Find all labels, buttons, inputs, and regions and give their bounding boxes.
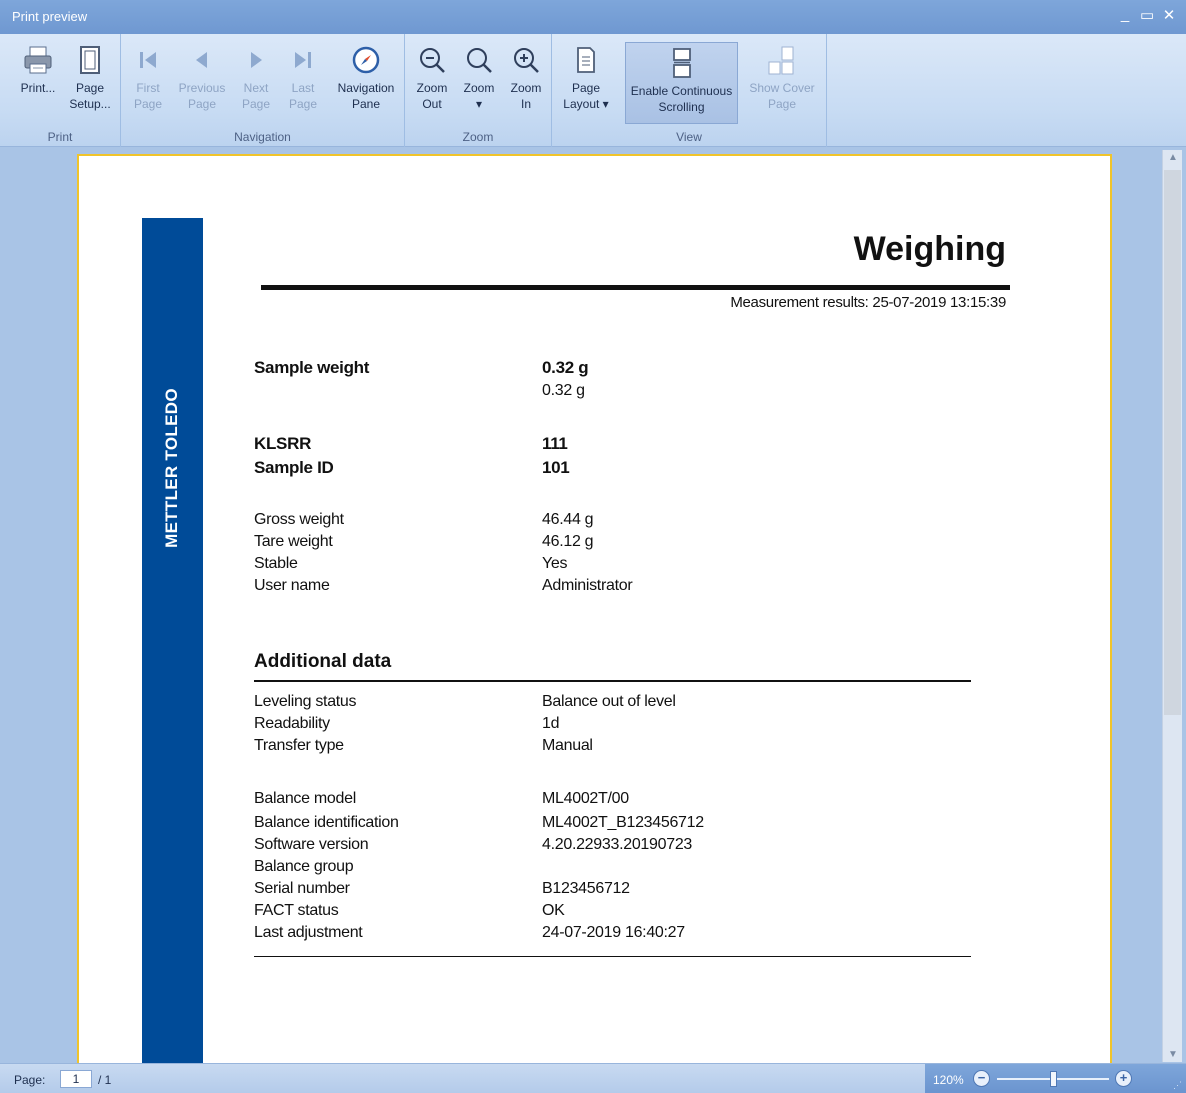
zoom-slider-thumb[interactable] <box>1050 1071 1057 1087</box>
sample-id-label: Sample ID <box>254 458 334 477</box>
close-icon[interactable]: ✕ <box>1162 6 1176 24</box>
last-page-button[interactable]: Last Page <box>283 40 323 126</box>
report-title: Weighing <box>853 230 1006 268</box>
zoom-level: 120% <box>933 1073 964 1087</box>
page-number-input[interactable] <box>60 1070 92 1088</box>
compass-icon <box>331 40 401 80</box>
next-page-icon <box>235 40 277 80</box>
sample-weight-value: 0.32 g <box>542 358 589 377</box>
vertical-scrollbar[interactable]: ▲ ▼ <box>1162 150 1182 1062</box>
zoom-button[interactable]: Zoom ▾ <box>458 40 500 126</box>
continuous-scrolling-icon <box>626 43 737 83</box>
previous-page-button[interactable]: Previous Page <box>174 40 230 126</box>
additional-data-heading: Additional data <box>254 651 392 672</box>
page-label: Page: <box>14 1073 46 1087</box>
cover-page-icon <box>744 40 820 80</box>
title-rule <box>261 285 1010 290</box>
zoom-control: 120% − + ⋰ <box>925 1064 1186 1093</box>
page-setup-button[interactable]: Page Setup... <box>64 40 116 126</box>
print-button[interactable]: Print... <box>14 40 62 126</box>
zoom-plus-icon[interactable]: + <box>1115 1070 1132 1087</box>
maximize-icon[interactable]: ▭ <box>1140 6 1154 24</box>
sample-weight-label: Sample weight <box>254 358 370 377</box>
brand-logo-text: METTLER TOLEDO <box>162 388 181 548</box>
first-page-button[interactable]: First Page <box>126 40 170 126</box>
zoom-in-button[interactable]: Zoom In <box>505 40 547 126</box>
zoom-out-button[interactable]: Zoom Out <box>411 40 453 126</box>
preview-viewport: METTLER TOLEDO Weighing Measurement resu… <box>0 148 1186 1078</box>
next-page-button[interactable]: Next Page <box>235 40 277 126</box>
navigation-pane-button[interactable]: Navigation Pane <box>331 40 401 126</box>
zoom-out-icon <box>411 40 453 80</box>
ribbon-group-print: Print... Page Setup... Print <box>0 34 121 147</box>
report-page: METTLER TOLEDO Weighing Measurement resu… <box>77 154 1112 1078</box>
zoom-minus-icon[interactable]: − <box>973 1070 990 1087</box>
measurement-timestamp: Measurement results: 25-07-2019 13:15:39 <box>730 294 1006 311</box>
ribbon-group-zoom: Zoom Out Zoom ▾ Zoom In Zoom <box>405 34 552 147</box>
printer-icon <box>14 40 62 80</box>
resize-grip-icon[interactable]: ⋰ <box>1173 1080 1182 1091</box>
page-total: / 1 <box>98 1073 112 1087</box>
last-page-icon <box>283 40 323 80</box>
ribbon-group-view: Page Layout ▾ Enable Continuous Scrollin… <box>552 34 827 147</box>
page-layout-icon <box>558 40 614 80</box>
ribbon-group-navigation: First Page Previous Page Next Page Last … <box>121 34 405 147</box>
scroll-up-icon[interactable]: ▲ <box>1163 152 1183 163</box>
section-rule <box>254 680 971 682</box>
sample-weight-value-secondary: 0.32 g <box>542 382 585 399</box>
footer-rule <box>254 956 971 957</box>
klsrr-value: 111 <box>542 434 568 453</box>
klsrr-label: KLSRR <box>254 434 312 453</box>
show-cover-page-button[interactable]: Show Cover Page <box>744 40 820 126</box>
minimize-icon[interactable]: _ <box>1118 6 1132 24</box>
enable-continuous-scrolling-button[interactable]: Enable Continuous Scrolling <box>625 42 738 124</box>
scrollbar-thumb[interactable] <box>1164 170 1181 715</box>
previous-page-icon <box>174 40 230 80</box>
zoom-in-icon <box>505 40 547 80</box>
page-layout-button[interactable]: Page Layout ▾ <box>558 40 614 126</box>
sample-id-value: 101 <box>542 458 570 477</box>
scroll-down-icon[interactable]: ▼ <box>1163 1049 1183 1060</box>
window-controls: _ ▭ ✕ <box>1118 6 1176 24</box>
status-bar: Page: / 1 120% − + ⋰ <box>0 1063 1186 1093</box>
first-page-icon <box>126 40 170 80</box>
magnifier-icon <box>458 40 500 80</box>
page-setup-icon <box>64 40 116 80</box>
window-title: Print preview <box>12 9 88 24</box>
ribbon: Print... Page Setup... Print First Page <box>0 34 1186 147</box>
window-titlebar: Print preview _ ▭ ✕ <box>0 0 1186 34</box>
